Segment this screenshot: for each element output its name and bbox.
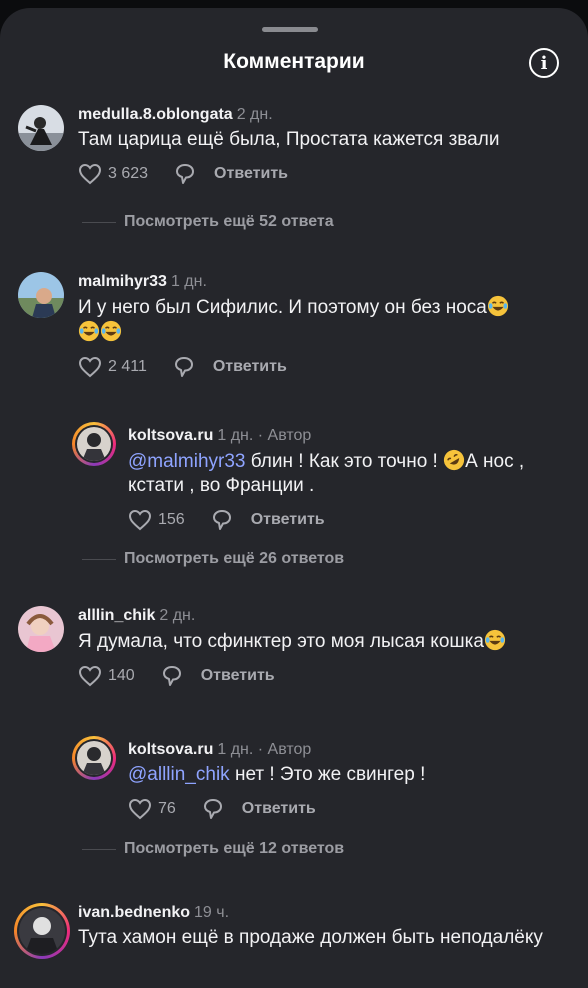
- thumbs-down-icon: [174, 357, 193, 377]
- comment-text: Тута хамон ещё в продаже должен быть неп…: [78, 927, 543, 948]
- like-count: 140: [108, 667, 135, 684]
- dislike-button[interactable]: [173, 355, 195, 379]
- username[interactable]: medulla.8.oblongata: [78, 106, 233, 123]
- laughing-emoji-icon: [484, 629, 506, 651]
- mention-link[interactable]: @alllin_chik: [128, 764, 230, 785]
- divider-line: [82, 221, 116, 223]
- thumbs-down-icon: [162, 666, 181, 686]
- timestamp: 1 дн. · Автор: [217, 741, 312, 758]
- like-count: 76: [158, 800, 176, 817]
- username[interactable]: alllin_chik: [78, 607, 155, 624]
- dislike-button[interactable]: [161, 664, 183, 688]
- reply-button[interactable]: Ответить: [201, 667, 275, 685]
- story-ring[interactable]: [14, 903, 70, 959]
- timestamp: 2 дн.: [236, 106, 273, 123]
- comment-text-body: нет ! Это же свингер !: [229, 764, 426, 785]
- like-button[interactable]: 76: [128, 798, 176, 820]
- username[interactable]: koltsova.ru: [128, 427, 213, 444]
- divider-line: [82, 848, 116, 850]
- laughing-emoji-icon: [78, 320, 100, 342]
- comments-sheet: Комментарии i medulla.8.oblongata 2 дн. Т…: [0, 8, 588, 988]
- heart-icon: [78, 665, 102, 687]
- avatar[interactable]: [18, 105, 64, 151]
- reply-button[interactable]: Ответить: [214, 165, 288, 183]
- thumbs-down-icon: [203, 799, 222, 819]
- avatar: [77, 427, 111, 461]
- heart-icon: [128, 509, 152, 531]
- heart-icon: [128, 798, 152, 820]
- view-more-replies[interactable]: Посмотреть ещё 26 ответов: [82, 550, 344, 568]
- heart-icon: [78, 356, 102, 378]
- story-ring[interactable]: [72, 736, 116, 780]
- view-more-replies[interactable]: Посмотреть ещё 12 ответов: [82, 840, 344, 858]
- sheet-grabber[interactable]: [262, 27, 318, 32]
- reply-button[interactable]: Ответить: [242, 800, 316, 818]
- avatar: [19, 908, 65, 954]
- avatar: [77, 741, 111, 775]
- dislike-button[interactable]: [211, 508, 233, 532]
- comment-text-body: Я думала, что сфинктер это моя лысая кош…: [78, 631, 484, 652]
- like-button[interactable]: 140: [78, 665, 135, 687]
- heart-icon: [78, 163, 102, 185]
- reply-button[interactable]: Ответить: [251, 511, 325, 529]
- timestamp: 1 дн.: [170, 273, 207, 290]
- sheet-title: Комментарии: [223, 50, 365, 73]
- like-button[interactable]: 2 411: [78, 356, 147, 378]
- like-count: 3 623: [108, 165, 149, 182]
- comment-text: Там царица ещё была, Простата кажется зв…: [78, 129, 500, 150]
- comment-text: И у него был Сифилис. И поэтому он без н…: [78, 295, 568, 345]
- dislike-button[interactable]: [202, 797, 224, 821]
- like-button[interactable]: 3 623: [78, 163, 148, 185]
- info-icon[interactable]: i: [529, 48, 559, 78]
- divider-line: [82, 558, 116, 560]
- comment-text-body: блин ! Как это точно !: [245, 451, 444, 472]
- view-more-label: Посмотреть ещё 52 ответа: [124, 213, 334, 230]
- laughing-emoji-icon: [487, 295, 508, 317]
- story-ring[interactable]: [72, 422, 116, 466]
- username[interactable]: ivan.bednenko: [78, 904, 190, 921]
- timestamp: 19 ч.: [194, 904, 230, 921]
- comment-text-body: И у него был Сифилис. И поэтому он без н…: [78, 297, 487, 318]
- thumbs-down-icon: [176, 164, 195, 184]
- like-button[interactable]: 156: [128, 509, 185, 531]
- view-more-label: Посмотреть ещё 12 ответов: [124, 840, 345, 857]
- avatar[interactable]: [18, 272, 64, 318]
- comment-text: Я думала, что сфинктер это моя лысая кош…: [78, 629, 578, 654]
- comment-text: @alllin_chik нет ! Это же свингер !: [128, 763, 580, 787]
- thumbs-down-icon: [212, 510, 231, 530]
- view-more-label: Посмотреть ещё 26 ответов: [124, 550, 345, 567]
- dislike-button[interactable]: [174, 162, 196, 186]
- reply-button[interactable]: Ответить: [213, 358, 287, 376]
- timestamp: 2 дн.: [159, 607, 196, 624]
- mention-link[interactable]: @malmihyr33: [128, 451, 245, 472]
- like-count: 2 411: [108, 358, 147, 375]
- laughing-emoji-icon: [100, 320, 122, 342]
- like-count: 156: [158, 511, 185, 528]
- rofl-emoji-icon: [444, 449, 465, 471]
- username[interactable]: malmihyr33: [78, 273, 167, 290]
- avatar[interactable]: [18, 606, 64, 652]
- timestamp: 1 дн. · Автор: [217, 427, 312, 444]
- comment-text: @malmihyr33 блин ! Как это точно ! А нос…: [128, 449, 580, 498]
- view-more-replies[interactable]: Посмотреть ещё 52 ответа: [82, 213, 334, 231]
- username[interactable]: koltsova.ru: [128, 741, 213, 758]
